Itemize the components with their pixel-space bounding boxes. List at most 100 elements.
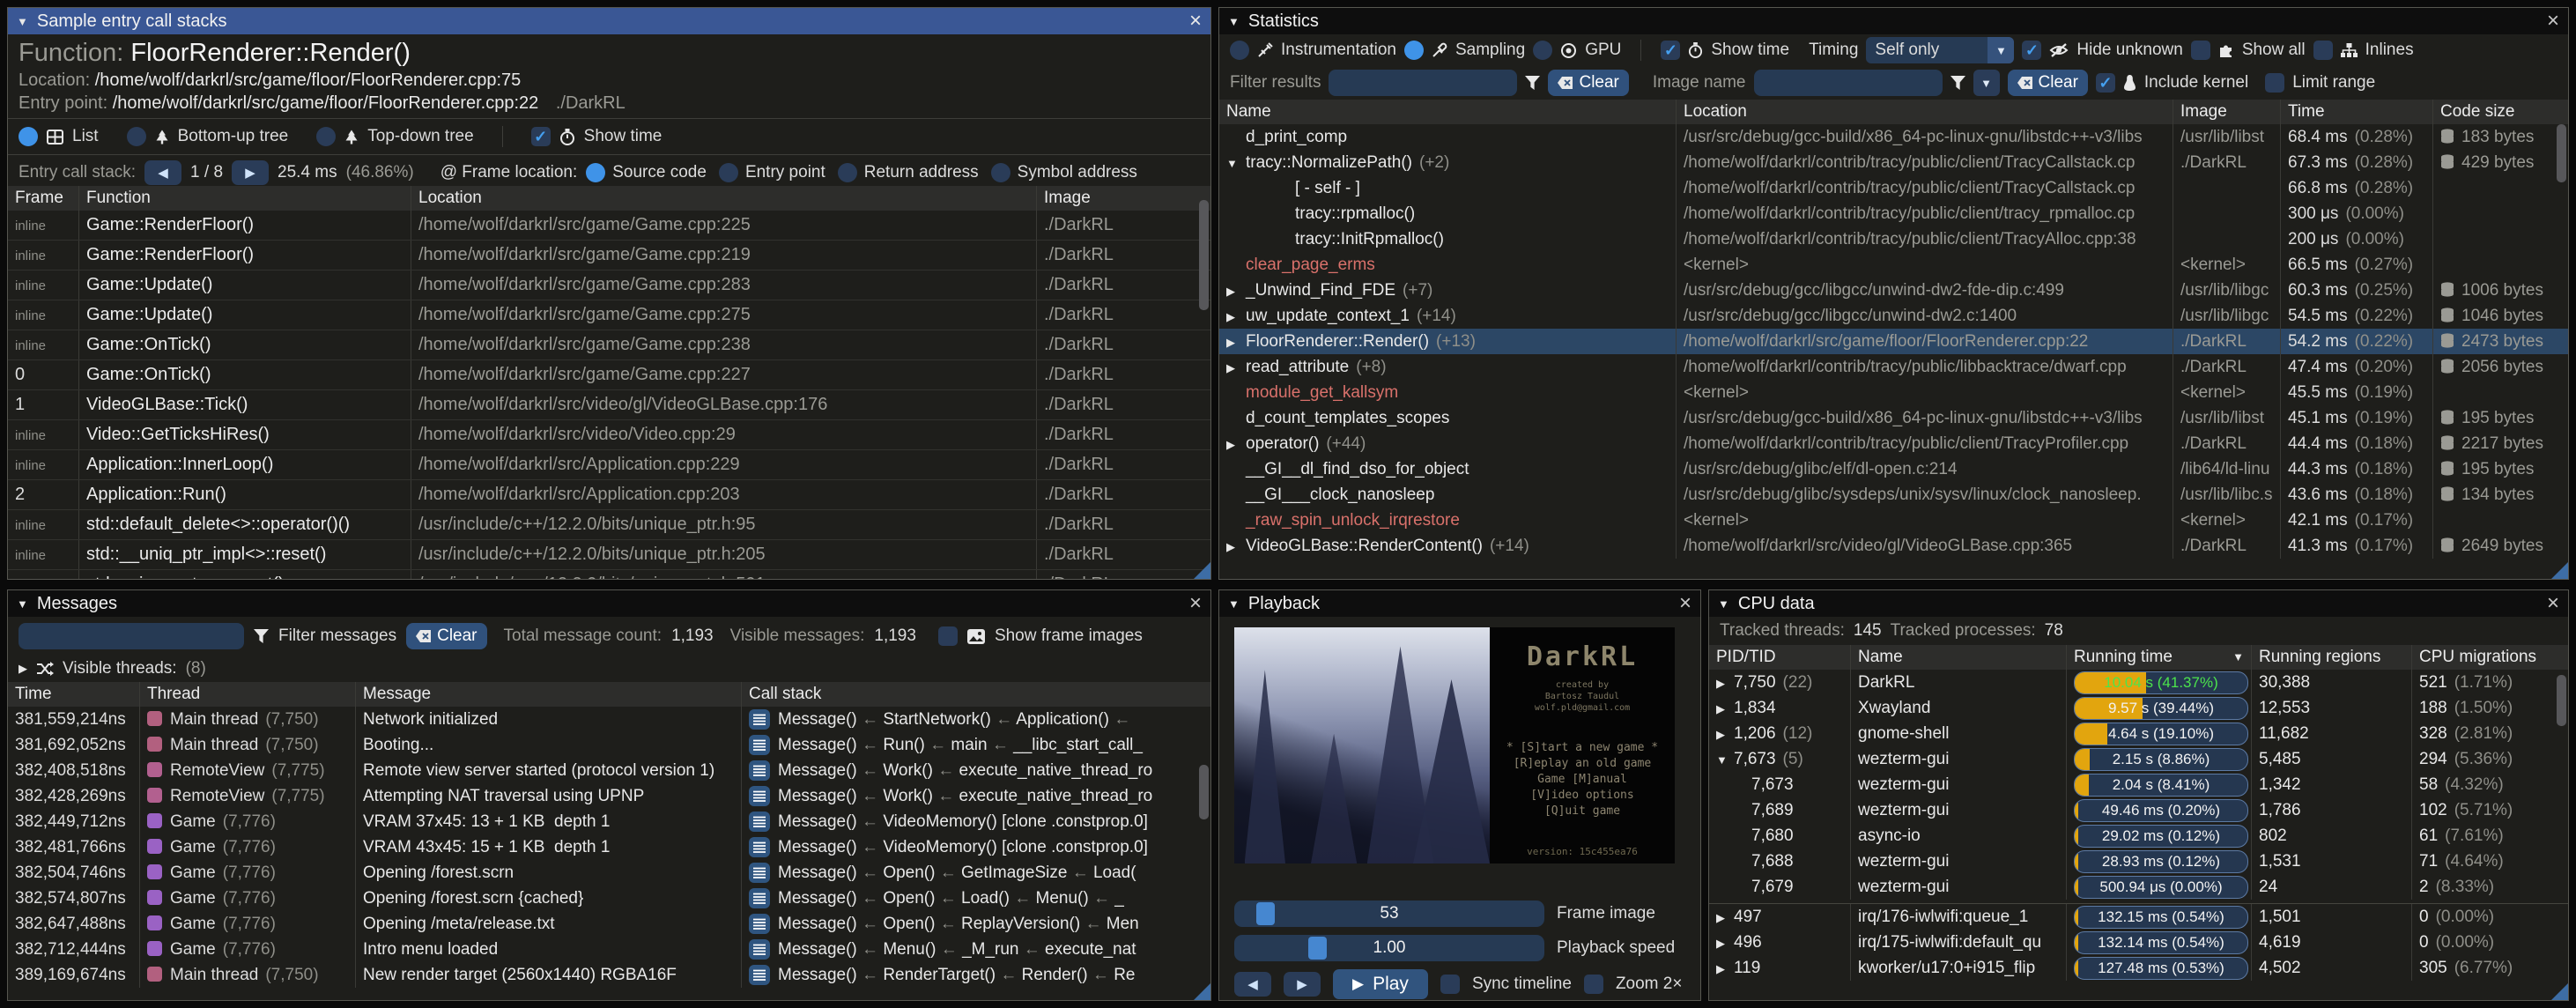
filter-messages-label[interactable]: Filter messages: [278, 626, 396, 646]
expand-icon[interactable]: ▶: [1226, 330, 1246, 354]
col-image[interactable]: Image: [1037, 186, 1210, 211]
include-kernel-checkbox[interactable]: [2096, 73, 2115, 93]
show-time-checkbox[interactable]: [1661, 41, 1680, 60]
frame-location-option-label[interactable]: Source code: [612, 163, 707, 182]
table-row[interactable]: ▶read_attribute(+8) /home/wolf/darkrl/co…: [1219, 354, 2568, 380]
table-row[interactable]: [ - self - ] /home/wolf/darkrl/contrib/t…: [1219, 175, 2568, 201]
resize-grip[interactable]: [1194, 562, 1210, 579]
table-row[interactable]: 7,680 async-io 29.02 ms (0.12%) 802 61(7…: [1709, 823, 2568, 849]
table-row[interactable]: 382,408,518ns RemoteView(7,775) Remote v…: [8, 758, 1210, 783]
instrumentation-radio[interactable]: [1230, 41, 1249, 60]
col-location[interactable]: Location: [411, 186, 1037, 211]
collapse-icon[interactable]: ▼: [1228, 597, 1240, 611]
zoom-2x-checkbox[interactable]: [1584, 975, 1603, 994]
table-row[interactable]: 382,481,766ns Game(7,776) VRAM 43x45: 15…: [8, 834, 1210, 860]
col-name[interactable]: Name: [1219, 100, 1677, 124]
table-row[interactable]: 0 Game::OnTick() /home/wolf/darkrl/src/g…: [8, 360, 1210, 390]
table-row[interactable]: inline std::__uniq_ptr_impl<>::reset() /…: [8, 540, 1210, 570]
table-row[interactable]: module_get_kallsym <kernel> <kernel> 45.…: [1219, 380, 2568, 405]
col-name[interactable]: Name: [1851, 645, 2067, 670]
top-down-radio[interactable]: [316, 127, 336, 146]
expand-icon[interactable]: ▶: [1226, 534, 1246, 559]
col-image[interactable]: Image: [2173, 100, 2281, 124]
playback-speed-slider[interactable]: 1.00: [1234, 935, 1544, 961]
table-row[interactable]: 7,673 wezterm-gui 2.04 s (8.41%) 1,342 5…: [1709, 772, 2568, 797]
expand-icon[interactable]: ▶: [1226, 278, 1246, 303]
collapse-icon[interactable]: ▼: [17, 15, 28, 28]
table-row[interactable]: ▶1,834 Xwayland 9.57 s (39.44%) 12,553 1…: [1709, 695, 2568, 721]
table-row[interactable]: 7,688 wezterm-gui 28.93 ms (0.12%) 1,531…: [1709, 849, 2568, 874]
scrollbar-thumb[interactable]: [1199, 200, 1209, 310]
table-row[interactable]: ▶uw_update_context_1(+14) /usr/src/debug…: [1219, 303, 2568, 329]
bottom-up-radio[interactable]: [127, 127, 146, 146]
list-radio[interactable]: [19, 127, 38, 146]
show-all-label[interactable]: Show all: [2242, 41, 2306, 60]
table-row[interactable]: tracy::rpmalloc() /home/wolf/darkrl/cont…: [1219, 201, 2568, 226]
table-row[interactable]: d_print_comp /usr/src/debug/gcc-build/x8…: [1219, 124, 2568, 150]
filter-icon[interactable]: [1525, 76, 1540, 90]
frame-location-option-label[interactable]: Entry point: [745, 163, 825, 182]
next-stack-button[interactable]: ▶: [232, 160, 269, 185]
col-running-regions[interactable]: Running regions: [2252, 645, 2412, 670]
previous-frame-button[interactable]: ◀: [1234, 972, 1271, 997]
col-pid-tid[interactable]: PID/TID: [1709, 645, 1851, 670]
list-icon[interactable]: [749, 863, 770, 883]
resize-grip[interactable]: [1194, 983, 1210, 1000]
table-row[interactable]: ▼tracy::NormalizePath()(+2) /home/wolf/d…: [1219, 150, 2568, 175]
show-frame-images-label[interactable]: Show frame images: [995, 626, 1143, 646]
table-row[interactable]: inline std::default_delete<>::operator()…: [8, 510, 1210, 540]
col-time[interactable]: Time: [2281, 100, 2433, 124]
scrollbar-thumb[interactable]: [2557, 675, 2566, 726]
table-row[interactable]: 382,712,444ns Game(7,776) Intro menu loa…: [8, 937, 1210, 962]
collapse-icon[interactable]: ▼: [1718, 597, 1729, 611]
frame-location-option-label[interactable]: Return address: [864, 163, 979, 182]
visible-threads-label[interactable]: Visible threads:: [63, 659, 177, 678]
table-row[interactable]: ▶VideoGLBase::RenderContent()(+14) /home…: [1219, 533, 2568, 559]
filter-results-input[interactable]: [1329, 70, 1517, 96]
table-row[interactable]: 382,647,488ns Game(7,776) Opening /meta/…: [8, 911, 1210, 937]
table-row[interactable]: 7,679 wezterm-gui 500.94 μs (0.00%) 24 2…: [1709, 874, 2568, 900]
col-time[interactable]: Time: [8, 682, 140, 707]
table-row[interactable]: clear_page_erms <kernel> <kernel> 66.5 m…: [1219, 252, 2568, 278]
frame-location-option-label[interactable]: Symbol address: [1018, 163, 1137, 182]
frame-image-slider[interactable]: 53: [1234, 901, 1544, 927]
collapse-icon[interactable]: ▼: [17, 597, 28, 611]
close-icon[interactable]: ×: [2547, 593, 2559, 614]
table-row[interactable]: ▶497 irq/176-iwlwifi:queue_1 132.15 ms (…: [1709, 903, 2568, 930]
image-dropdown-button[interactable]: ▼: [1973, 70, 2000, 96]
expand-icon[interactable]: ▶: [1226, 304, 1246, 329]
limit-range-label[interactable]: Limit range: [2292, 73, 2375, 93]
list-icon[interactable]: [749, 837, 770, 857]
play-button[interactable]: ▶ Play: [1333, 969, 1428, 999]
scrollbar-thumb[interactable]: [2557, 124, 2566, 182]
table-row[interactable]: 381,692,052ns Main thread(7,750) Booting…: [8, 732, 1210, 758]
table-row[interactable]: ▶7,750(22) DarkRL 10.04 s (41.37%) 30,38…: [1709, 670, 2568, 695]
table-row[interactable]: inline Game::OnTick() /home/wolf/darkrl/…: [8, 330, 1210, 360]
frame-location-option[interactable]: Return address: [838, 163, 979, 182]
expand-icon[interactable]: ▶: [1716, 696, 1734, 721]
col-message[interactable]: Message: [356, 682, 742, 707]
expand-icon[interactable]: ▶: [1226, 355, 1246, 380]
close-icon[interactable]: ×: [1189, 11, 1202, 32]
col-location[interactable]: Location: [1677, 100, 2173, 124]
expand-icon[interactable]: ▶: [1716, 956, 1734, 981]
expand-icon[interactable]: ▶: [1716, 671, 1734, 695]
hide-unknown-label[interactable]: Hide unknown: [2076, 41, 2182, 60]
gpu-radio[interactable]: [1533, 41, 1552, 60]
table-row[interactable]: _raw_spin_unlock_irqrestore <kernel> <ke…: [1219, 508, 2568, 533]
radio-icon[interactable]: [719, 163, 738, 182]
expand-icon[interactable]: ▶: [1716, 905, 1734, 930]
clear-filter-button[interactable]: Clear: [1548, 70, 1628, 96]
zoom-2x-label[interactable]: Zoom 2×: [1616, 975, 1683, 994]
prev-stack-button[interactable]: ◀: [144, 160, 181, 185]
col-running-time[interactable]: Running time: [2074, 645, 2173, 670]
table-row[interactable]: ▶496 irq/175-iwlwifi:default_qu 132.14 m…: [1709, 930, 2568, 955]
table-row[interactable]: __GI__dl_find_dso_for_object /usr/src/de…: [1219, 456, 2568, 482]
image-name-input[interactable]: [1754, 70, 1943, 96]
close-icon[interactable]: ×: [2547, 11, 2559, 32]
list-icon[interactable]: [749, 786, 770, 806]
col-function[interactable]: Function: [79, 186, 411, 211]
sort-descending-icon[interactable]: ▼: [2232, 645, 2244, 670]
list-icon[interactable]: [749, 965, 770, 985]
table-row[interactable]: tracy::InitRpmalloc() /home/wolf/darkrl/…: [1219, 226, 2568, 252]
